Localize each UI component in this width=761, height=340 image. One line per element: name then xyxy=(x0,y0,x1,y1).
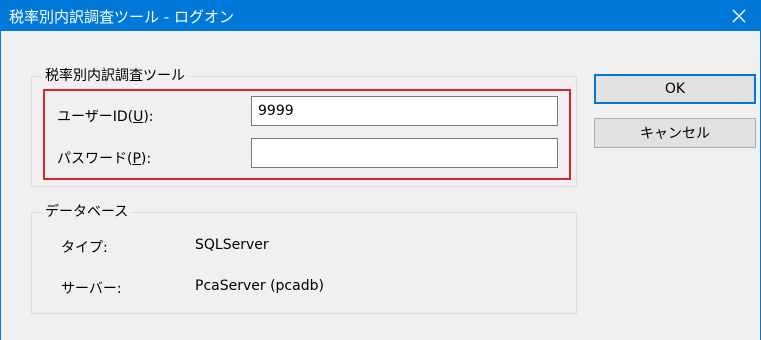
window-title: 税率別内訳調査ツール - ログオン xyxy=(9,8,234,26)
ok-button[interactable]: OK xyxy=(594,74,756,104)
password-label: パスワード(P): xyxy=(57,151,152,167)
logon-dialog: 税率別内訳調査ツール - ログオン 税率別内訳調査ツール ユーザーID(U): … xyxy=(0,0,761,340)
close-icon xyxy=(732,9,746,22)
cancel-button[interactable]: キャンセル xyxy=(594,118,756,148)
db-server-label: サーバー: xyxy=(61,281,122,297)
database-group-label: データベース xyxy=(42,201,132,221)
db-type-label: タイプ: xyxy=(61,240,108,256)
login-group-label: 税率別内訳調査ツール xyxy=(42,65,188,85)
database-groupbox: データベース xyxy=(31,201,577,314)
db-server-value: PcaServer (pcadb) xyxy=(195,278,324,294)
user-id-label: ユーザーID(U): xyxy=(57,109,154,125)
close-button[interactable] xyxy=(716,0,761,31)
db-type-value: SQLServer xyxy=(195,237,269,253)
user-id-input[interactable] xyxy=(251,96,558,126)
password-input[interactable] xyxy=(251,138,558,168)
title-bar[interactable]: 税率別内訳調査ツール - ログオン xyxy=(1,0,761,31)
